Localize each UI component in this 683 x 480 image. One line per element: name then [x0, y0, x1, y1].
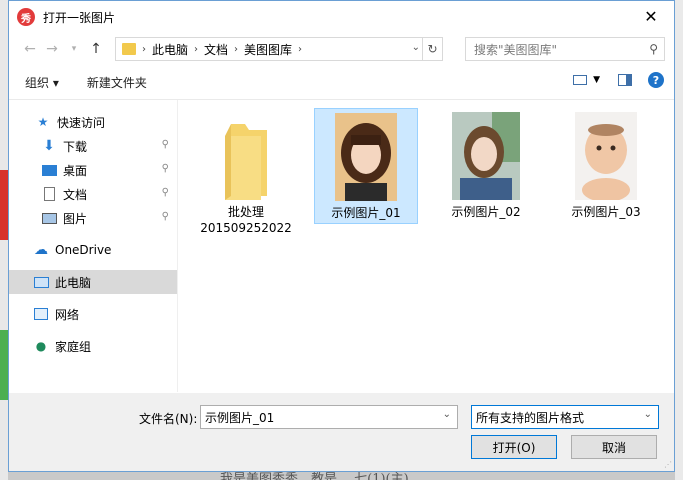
background-app-edge [0, 0, 8, 480]
background-app-edge-right [675, 0, 683, 480]
sidebar-item-pictures[interactable]: 图片 ⚲ [9, 206, 177, 230]
pin-icon: ⚲ [161, 163, 169, 174]
filename-value: 示例图片_01 [205, 410, 275, 425]
organize-menu[interactable]: 组织 ▾ [25, 74, 59, 91]
recent-locations-icon[interactable]: ▾ [63, 38, 85, 60]
homegroup-icon: ● [35, 339, 47, 353]
chevron-right-icon: › [194, 43, 199, 55]
file-name: 示例图片_03 [571, 205, 641, 219]
background-green-block [0, 330, 8, 400]
dialog-body: ★ 快速访问 ⬇ 下载 ⚲ 桌面 ⚲ 文档 ⚲ 图片 ⚲ ☁ OneDrive … [9, 99, 674, 392]
command-toolbar: 组织 ▾ 新建文件夹 ▼ ? [9, 65, 674, 99]
sidebar-item-homegroup[interactable]: ● 家庭组 [9, 334, 177, 358]
chevron-right-icon: › [298, 43, 303, 55]
file-name: 示例图片_01 [331, 206, 401, 220]
filename-field[interactable]: 示例图片_01 ⌄ [200, 405, 458, 429]
chevron-down-icon[interactable]: ⌄ [443, 409, 451, 420]
chevron-down-icon[interactable]: ⌄ [644, 409, 652, 420]
pin-icon: ⚲ [161, 187, 169, 198]
pin-icon: ⚲ [161, 139, 169, 150]
picture-icon [41, 211, 57, 225]
file-type-value: 所有支持的图片格式 [476, 410, 585, 425]
sidebar-item-network[interactable]: 网络 [9, 302, 177, 326]
file-name: 批处理 201509252022 [200, 205, 292, 235]
sidebar-item-this-pc[interactable]: 此电脑 [9, 270, 177, 294]
help-icon[interactable]: ? [648, 72, 664, 88]
pin-icon: ⚲ [161, 211, 169, 222]
back-arrow-icon[interactable]: ← [19, 38, 41, 60]
background-red-block [0, 170, 8, 240]
chevron-down-icon[interactable]: ▼ [593, 75, 600, 85]
change-view-icon[interactable] [573, 75, 588, 85]
file-item[interactable]: 示例图片_03 [554, 108, 658, 220]
new-folder-button[interactable]: 新建文件夹 [87, 74, 147, 91]
folder-item[interactable]: 批处理 201509252022 [194, 108, 298, 236]
refresh-icon[interactable]: ↻ [422, 38, 442, 60]
sidebar-item-label: 下载 [63, 139, 88, 154]
sidebar-item-label: 此电脑 [55, 275, 92, 290]
dialog-title: 打开一张图片 [43, 10, 116, 25]
address-bar[interactable]: › 此电脑 › 文档 › 美图图库 › ⌄ ↻ [115, 37, 443, 61]
sidebar-item-label: 快速访问 [57, 115, 106, 130]
title-bar: 秀 打开一张图片 ✕ [9, 1, 674, 33]
file-item[interactable]: 示例图片_02 [434, 108, 538, 220]
sidebar-item-quick-access[interactable]: ★ 快速访问 [9, 110, 177, 134]
navigation-pane: ★ 快速访问 ⬇ 下载 ⚲ 桌面 ⚲ 文档 ⚲ 图片 ⚲ ☁ OneDrive … [9, 100, 177, 392]
sidebar-item-desktop[interactable]: 桌面 ⚲ [9, 158, 177, 182]
computer-icon [33, 275, 49, 289]
sidebar-item-label: 家庭组 [55, 339, 92, 354]
document-icon [41, 187, 57, 201]
cloud-icon: ☁ [34, 242, 48, 258]
search-placeholder: 搜索"美图图库" [474, 42, 558, 57]
chevron-down-icon[interactable]: ⌄ [412, 42, 420, 53]
sidebar-item-label: 文档 [63, 187, 88, 202]
open-button[interactable]: 打开(O) [471, 435, 557, 459]
desktop-icon [41, 163, 57, 177]
cancel-button[interactable]: 取消 [571, 435, 657, 459]
sidebar-item-label: 网络 [55, 307, 80, 322]
file-list: 批处理 201509252022 示例图片_01 示例图片_02 示例图片_03 [177, 100, 674, 392]
folder-icon [122, 43, 136, 55]
breadcrumb-this-pc[interactable]: 此电脑 [152, 41, 188, 58]
up-arrow-icon[interactable]: ↑ [85, 38, 107, 60]
chevron-right-icon: › [142, 43, 146, 55]
search-icon[interactable]: ⚲ [649, 42, 658, 56]
download-arrow-icon: ⬇ [43, 138, 55, 154]
search-input[interactable]: 搜索"美图图库" ⚲ [465, 37, 665, 61]
breadcrumb-meitu-gallery[interactable]: 美图图库 [244, 41, 292, 58]
close-button[interactable]: ✕ [628, 1, 674, 31]
resize-grip-icon[interactable]: ⋰ [664, 460, 672, 469]
forward-arrow-icon[interactable]: → [41, 38, 63, 60]
file-type-select[interactable]: 所有支持的图片格式 ⌄ [471, 405, 659, 429]
photo-thumbnail [452, 112, 520, 200]
file-name: 示例图片_02 [451, 205, 521, 219]
file-item-selected[interactable]: 示例图片_01 [314, 108, 418, 224]
breadcrumb-documents[interactable]: 文档 [204, 41, 228, 58]
toolbar-right: ▼ ? [573, 72, 664, 88]
sidebar-item-label: OneDrive [55, 243, 112, 257]
folder-icon [211, 112, 281, 200]
network-icon [33, 307, 49, 321]
filename-label: 文件名(N): [139, 412, 198, 426]
sidebar-item-label: 桌面 [63, 163, 88, 178]
chevron-right-icon: › [234, 43, 239, 55]
photo-thumbnail [575, 112, 637, 202]
preview-pane-icon[interactable] [618, 74, 632, 86]
sidebar-item-downloads[interactable]: ⬇ 下载 ⚲ [9, 134, 177, 158]
open-file-dialog: 秀 打开一张图片 ✕ ← → ▾ ↑ › 此电脑 › 文档 › 美图图库 › ⌄… [8, 0, 675, 472]
navigation-bar: ← → ▾ ↑ › 此电脑 › 文档 › 美图图库 › ⌄ ↻ 搜索"美图图库"… [9, 33, 674, 65]
star-icon: ★ [37, 115, 49, 129]
dialog-footer: 文件名(N): 示例图片_01 ⌄ 所有支持的图片格式 ⌄ 打开(O) 取消 ⋰ [9, 393, 674, 471]
sidebar-item-documents[interactable]: 文档 ⚲ [9, 182, 177, 206]
photo-thumbnail [335, 113, 397, 201]
sidebar-item-onedrive[interactable]: ☁ OneDrive [9, 238, 177, 262]
sidebar-item-label: 图片 [63, 211, 88, 226]
meitu-app-icon: 秀 [17, 8, 35, 26]
